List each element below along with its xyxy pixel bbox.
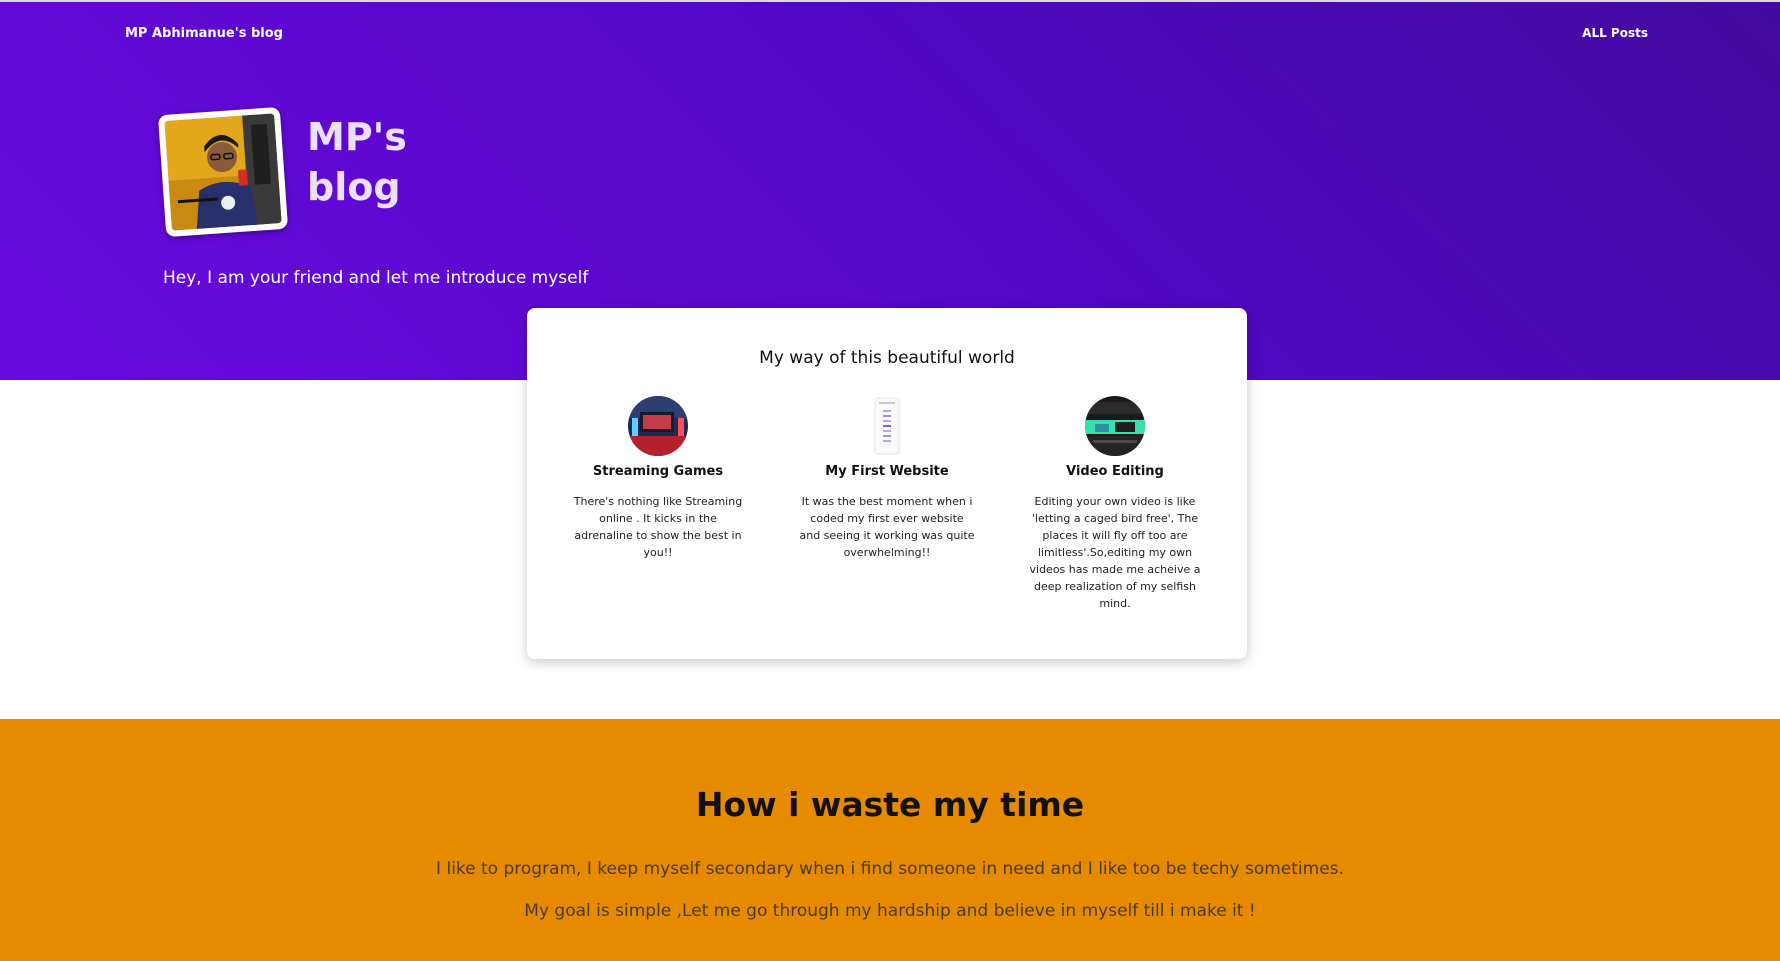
- feature-video-editing: Video Editing Editing your own video is …: [1021, 396, 1209, 612]
- feature-title: Streaming Games: [592, 464, 724, 479]
- hero-tagline: Hey, I am your friend and let me introdu…: [163, 268, 589, 288]
- hero-title: MP's blog: [307, 115, 407, 209]
- website-screenshot-image: [857, 396, 917, 456]
- about-title: How i waste my time: [695, 785, 1085, 824]
- about-paragraph-2: My goal is simple ,Let me go through my …: [524, 901, 1256, 921]
- feature-description: There's nothing like Streaming online . …: [573, 495, 743, 559]
- video-editing-image: [1085, 396, 1145, 456]
- about-paragraph-1: I like to program, I keep myself seconda…: [436, 859, 1344, 879]
- feature-description: It was the best moment when i coded my f…: [799, 495, 975, 559]
- feature-description: Editing your own video is like 'letting …: [1029, 495, 1201, 610]
- card-title: My way of this beautiful world: [759, 348, 1015, 368]
- nav-brand-link[interactable]: MP Abhimanue's blog: [125, 26, 283, 41]
- about-section: How i waste my time I like to program, I…: [0, 719, 1780, 961]
- gaming-setup-image: [628, 396, 688, 456]
- all-posts-link[interactable]: ALL Posts: [1582, 26, 1648, 40]
- feature-title: My First Website: [825, 464, 949, 479]
- interests-card: My way of this beautiful world Streaming…: [527, 308, 1247, 659]
- feature-title: Video Editing: [1066, 464, 1164, 479]
- feature-first-website: My First Website It was the best moment …: [793, 396, 981, 561]
- feature-streaming-games: Streaming Games There's nothing like Str…: [564, 396, 752, 561]
- profile-photo: [164, 113, 282, 231]
- profile-photo-frame: [157, 106, 289, 238]
